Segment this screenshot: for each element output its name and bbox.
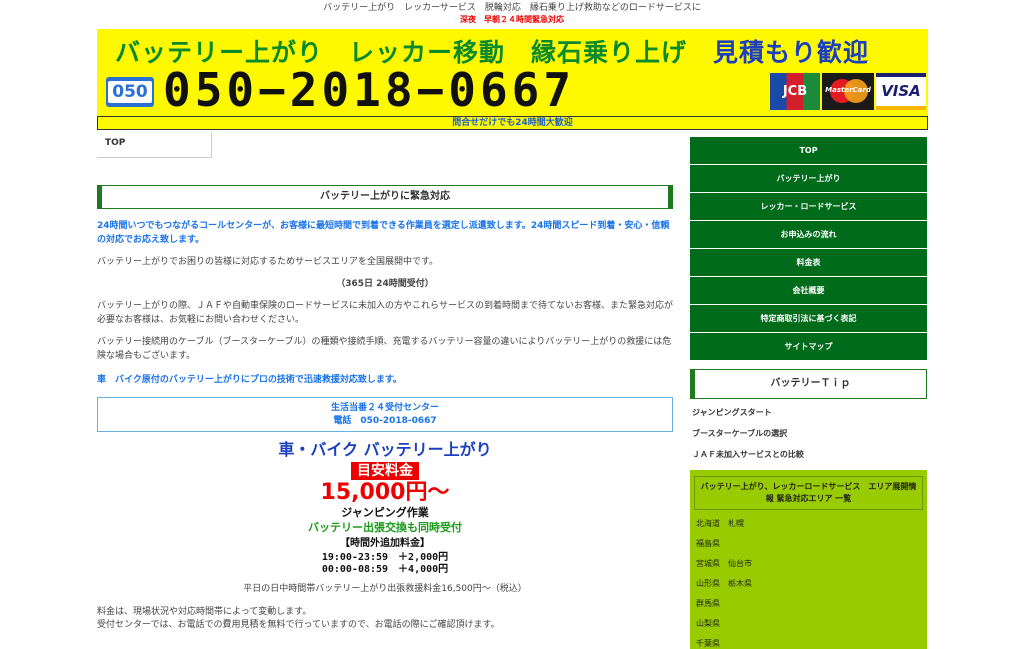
price-variation-note: 料金は、現場状況や対応時間帯によって変動します。 bbox=[97, 607, 312, 617]
sidebar-item-battery[interactable]: バッテリー上がり bbox=[690, 165, 927, 193]
contact-phone[interactable]: 電話 050-2018-0667 bbox=[98, 415, 672, 428]
main-content: バッテリー上がりに緊急対応 24時間いつでもつながるコールセンターが、お客様に最… bbox=[97, 180, 673, 632]
header-tagline: バッテリー上がり レッカーサービス 脱輪対応 縁石乗り上げ救助などのロードサービ… bbox=[323, 3, 701, 13]
area-item[interactable]: 福島県 bbox=[694, 534, 923, 554]
estimate-note: 受付センターでは、お電話での費用見積を無料で行っていますので、お電話の際にご確認… bbox=[97, 620, 500, 630]
area-item[interactable]: 千葉県 bbox=[694, 634, 923, 649]
jaf-paragraph: バッテリー上がりの際、ＪＡＦや自動車保険のロードサービスに未加入の方やこれらサー… bbox=[97, 301, 674, 325]
sidebar-item-top[interactable]: TOP bbox=[690, 137, 927, 165]
price-promo-image: 車・バイク バッテリー上がり 目安料金 15,000円～ ジャンピング作業 バッ… bbox=[97, 440, 673, 576]
banner-strip: 問合せだけでも24時間大歓迎 bbox=[97, 116, 928, 130]
promo-price-badge: 目安料金 bbox=[351, 462, 419, 480]
promo-extra-fee-evening: 19:00-23:59 ＋2,000円 bbox=[321, 552, 449, 563]
area-item[interactable]: 山形県 栃木県 bbox=[694, 574, 923, 594]
sidebar-item-sitemap[interactable]: サイトマップ bbox=[690, 333, 927, 361]
contact-box[interactable]: 生活当番２４受付センター 電話 050-2018-0667 bbox=[97, 397, 673, 432]
tip-link-jaf[interactable]: ＪＡＦ未加入サービスとの比較 bbox=[690, 448, 927, 462]
banner-estimate: 見積もり歓迎 bbox=[713, 38, 870, 67]
area-item[interactable]: 群馬県 bbox=[694, 594, 923, 614]
nav-top-link[interactable]: TOP bbox=[97, 132, 212, 158]
promo-price: 15,000円～ bbox=[320, 480, 450, 505]
promo-extra-fee-night: 00:00-08:59 ＋4,000円 bbox=[321, 564, 449, 575]
mastercard-icon: MasterCard bbox=[822, 73, 874, 110]
cable-paragraph: バッテリー接続用のケーブル（ブースターケーブル）の種類や接続手順、充電するバッテ… bbox=[97, 337, 672, 361]
visa-card-icon: VISA bbox=[876, 73, 926, 110]
header-banner[interactable]: バッテリー上がり レッカー移動 縁石乗り上げ 見積もり歓迎 050 050−20… bbox=[97, 29, 928, 116]
promo-jumping: ジャンピング作業 bbox=[341, 506, 429, 519]
area-item[interactable]: 北海道 札幌 bbox=[694, 514, 923, 534]
contact-center-name: 生活当番２４受付センター bbox=[330, 403, 439, 413]
promo-exchange: バッテリー出張交換も同時受付 bbox=[308, 521, 462, 534]
card-logos: JCB MasterCard VISA bbox=[770, 73, 926, 110]
banner-phone-number[interactable]: 050−2018−0667 bbox=[163, 63, 575, 116]
main-heading: バッテリー上がりに緊急対応 bbox=[97, 185, 673, 209]
area-item[interactable]: 山梨県 bbox=[694, 614, 923, 634]
header-tagline-emergency: 深夜 早朝２４時間緊急対応 bbox=[460, 15, 564, 24]
rescue-paragraph: 車 バイク原付のバッテリー上がりにプロの技術で迅速救援対応致します。 bbox=[97, 375, 402, 385]
hours-note: （365日 24時間受付） bbox=[336, 279, 434, 289]
weekday-price-note: 平日の日中時間帯バッテリー上がり出張救援料金16,500円～（税込） bbox=[243, 584, 527, 594]
tip-link-cable[interactable]: ブースターケーブルの選択 bbox=[690, 427, 927, 441]
service-area-paragraph: バッテリー上がりでお困りの皆様に対応するためサービスエリアを全国展開中です。 bbox=[97, 257, 439, 267]
logo-050-icon: 050 bbox=[106, 77, 154, 107]
area-box: バッテリー上がり、レッカーロードサービス エリア展開情報 緊急対応エリア 一覧 … bbox=[690, 470, 927, 649]
area-item[interactable]: 宮城県 仙台市 bbox=[694, 554, 923, 574]
intro-paragraph: 24時間いつでもつながるコールセンターが、お客様に最短時間で到着できる作業員を選… bbox=[97, 221, 670, 245]
promo-extra-fee-title: 【時間外追加料金】 bbox=[340, 538, 430, 549]
tip-link-jumping[interactable]: ジャンピングスタート bbox=[690, 406, 927, 420]
sidebar-item-price[interactable]: 料金表 bbox=[690, 249, 927, 277]
sidebar-item-flow[interactable]: お申込みの流れ bbox=[690, 221, 927, 249]
tip-heading: バッテリーＴｉｐ bbox=[690, 369, 927, 399]
sidebar-item-company[interactable]: 会社概要 bbox=[690, 277, 927, 305]
sidebar-item-tow[interactable]: レッカー・ロードサービス bbox=[690, 193, 927, 221]
jcb-card-icon: JCB bbox=[770, 73, 820, 110]
area-heading: バッテリー上がり、レッカーロードサービス エリア展開情報 緊急対応エリア 一覧 bbox=[694, 476, 923, 510]
promo-title: 車・バイク バッテリー上がり bbox=[278, 440, 492, 459]
sidebar-item-legal[interactable]: 特定商取引法に基づく表記 bbox=[690, 305, 927, 333]
sidebar: TOP バッテリー上がり レッカー・ロードサービス お申込みの流れ 料金表 会社… bbox=[690, 137, 927, 649]
